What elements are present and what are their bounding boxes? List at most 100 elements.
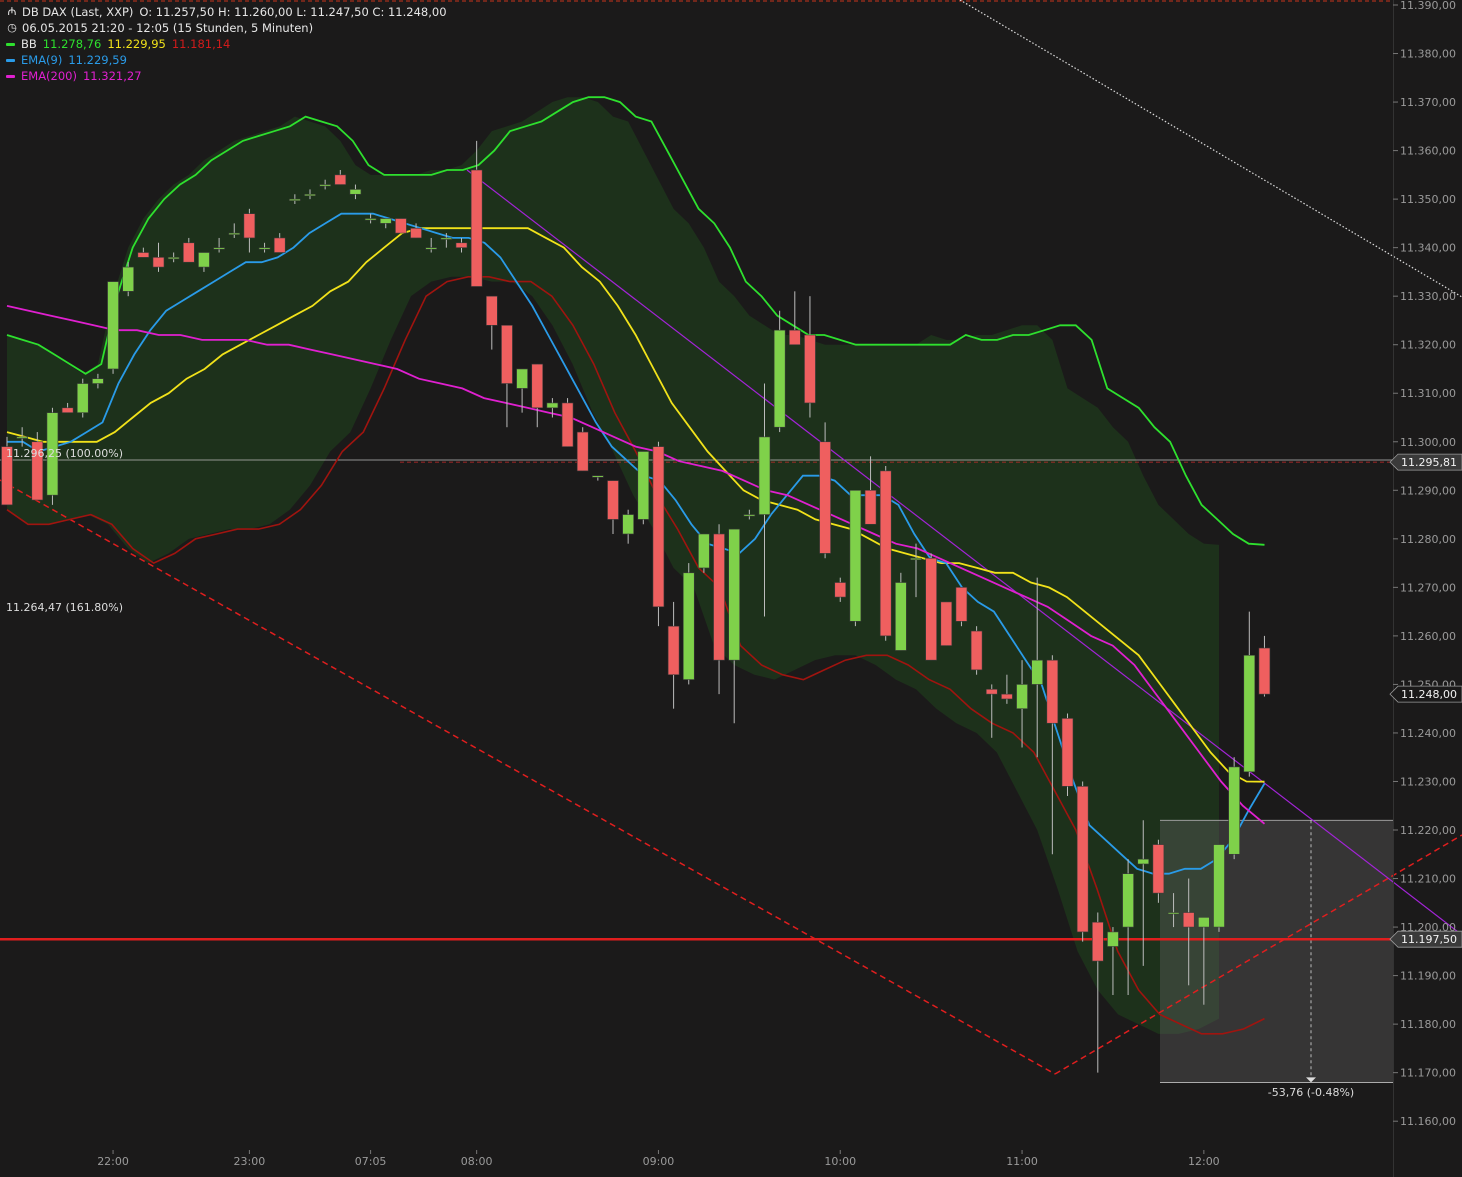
candle[interactable] <box>607 480 619 534</box>
candle-body <box>879 470 892 637</box>
candle[interactable] <box>576 427 589 472</box>
candle[interactable] <box>1258 635 1271 697</box>
y-tick-label: 11.300,00 <box>1400 436 1456 449</box>
candle-body <box>167 257 180 260</box>
candle-body <box>955 587 968 622</box>
candle[interactable] <box>1152 839 1165 903</box>
resistance-trend-line[interactable] <box>466 169 1462 936</box>
ema200-value: 11.321,27 <box>82 69 142 83</box>
bb-upper-value: 11.278,76 <box>42 37 102 51</box>
candle-body <box>319 184 331 187</box>
candle[interactable] <box>788 291 801 346</box>
candle[interactable] <box>1061 713 1074 797</box>
candle-body <box>485 295 498 326</box>
candle[interactable] <box>879 466 892 641</box>
candle-body <box>667 625 680 676</box>
ohlc-values: O: 11.257,50 H: 11.260,00 L: 11.247,50 C… <box>139 5 447 19</box>
candle[interactable] <box>925 553 937 661</box>
x-tick-label: 10:00 <box>824 1155 856 1168</box>
chart-type-icon: ₼ <box>7 5 17 18</box>
candle-body <box>985 688 998 695</box>
candle[interactable] <box>955 587 968 627</box>
bb-name: BB <box>21 37 37 51</box>
candle[interactable] <box>819 422 831 559</box>
candle[interactable] <box>1076 781 1089 942</box>
candle[interactable] <box>773 310 786 433</box>
candle-body <box>425 247 438 250</box>
y-tick-label: 11.240,00 <box>1400 727 1456 740</box>
candle-body <box>531 363 544 409</box>
x-tick-label: 23:00 <box>234 1155 266 1168</box>
candle[interactable] <box>1243 611 1256 777</box>
measure-box[interactable] <box>1160 820 1393 1083</box>
candle[interactable] <box>501 324 513 428</box>
candle[interactable] <box>637 451 650 525</box>
candle-body <box>864 489 877 525</box>
candle-body <box>289 198 301 201</box>
time-axis: 22:00 23:00 07:05 08:00 09:00 10:00 11:00 12:00 <box>97 1150 1220 1168</box>
candle[interactable] <box>1228 757 1240 860</box>
price-chart[interactable]: 11.390,00 11.380,00 11.370,00 11.360,00 11.3… <box>0 0 1462 1177</box>
candle[interactable] <box>728 528 741 724</box>
y-tick-label: 11.390,00 <box>1400 0 1456 12</box>
candle[interactable] <box>531 363 544 428</box>
candle[interactable] <box>698 533 710 573</box>
dotted-trend-line[interactable] <box>959 0 1462 298</box>
legend-ema200-row: EMA(200) 11.321,27 <box>6 68 447 84</box>
candle[interactable] <box>652 441 665 627</box>
price-tag-label: 11.295,81 <box>1401 456 1457 469</box>
candle[interactable] <box>804 296 816 418</box>
candle-body <box>137 252 150 258</box>
candle[interactable] <box>713 524 725 695</box>
candle-body <box>198 252 210 268</box>
candle[interactable] <box>76 378 89 418</box>
candle[interactable] <box>895 572 907 651</box>
candle[interactable] <box>395 218 407 234</box>
candle[interactable] <box>940 601 953 646</box>
candle-body <box>652 446 665 608</box>
y-tick-label: 11.210,00 <box>1400 873 1456 886</box>
candle-body <box>1167 912 1180 915</box>
candle-body <box>743 514 756 517</box>
chart-legend: ₼ DB DAX (Last, XXP) O: 11.257,50 H: 11.… <box>6 4 447 84</box>
ema9-name: EMA(9) <box>21 53 63 67</box>
candle-body <box>258 247 271 250</box>
candle[interactable] <box>970 626 983 675</box>
price-axis: 11.390,00 11.380,00 11.370,00 11.360,00 11.3… <box>1393 0 1456 1177</box>
candle-body <box>561 402 574 447</box>
candle-body <box>183 242 195 263</box>
candle-body <box>107 281 119 370</box>
candle[interactable] <box>561 398 574 447</box>
ema9-value: 11.229,59 <box>68 53 127 67</box>
bollinger-band-fill <box>7 97 1219 1034</box>
candle[interactable] <box>682 563 695 685</box>
x-tick-label: 08:00 <box>461 1155 493 1168</box>
candle[interactable] <box>622 509 634 544</box>
y-tick-label: 11.350,00 <box>1400 193 1456 206</box>
candle[interactable] <box>485 295 498 350</box>
candle-body <box>819 441 831 554</box>
candle-body <box>607 480 619 520</box>
candle-body <box>501 324 513 384</box>
candle-body <box>1213 844 1225 928</box>
y-tick-label: 11.310,00 <box>1400 387 1456 400</box>
candle-body <box>1092 921 1104 962</box>
candle[interactable] <box>107 281 119 374</box>
x-tick-label: 07:05 <box>355 1155 387 1168</box>
candle-body <box>61 407 74 413</box>
price-tag-label: 11.248,00 <box>1401 688 1457 701</box>
candle-body <box>470 169 483 287</box>
candle[interactable] <box>31 432 44 501</box>
y-tick-label: 11.370,00 <box>1400 96 1456 109</box>
legend-ema9-row: EMA(9) 11.229,59 <box>6 52 447 68</box>
fib-100-label: 11.296,25 (100.00%) <box>6 447 123 460</box>
clock-icon: ◷ <box>7 21 17 34</box>
candle[interactable] <box>122 262 134 297</box>
price-tag-label: 11.197,50 <box>1401 933 1457 946</box>
candle[interactable] <box>1213 844 1225 932</box>
candle[interactable] <box>592 475 604 481</box>
candle[interactable] <box>667 601 680 709</box>
candle-body <box>1243 655 1256 773</box>
bb-mid-value: 11.229,95 <box>107 37 166 51</box>
candle[interactable] <box>849 489 862 627</box>
